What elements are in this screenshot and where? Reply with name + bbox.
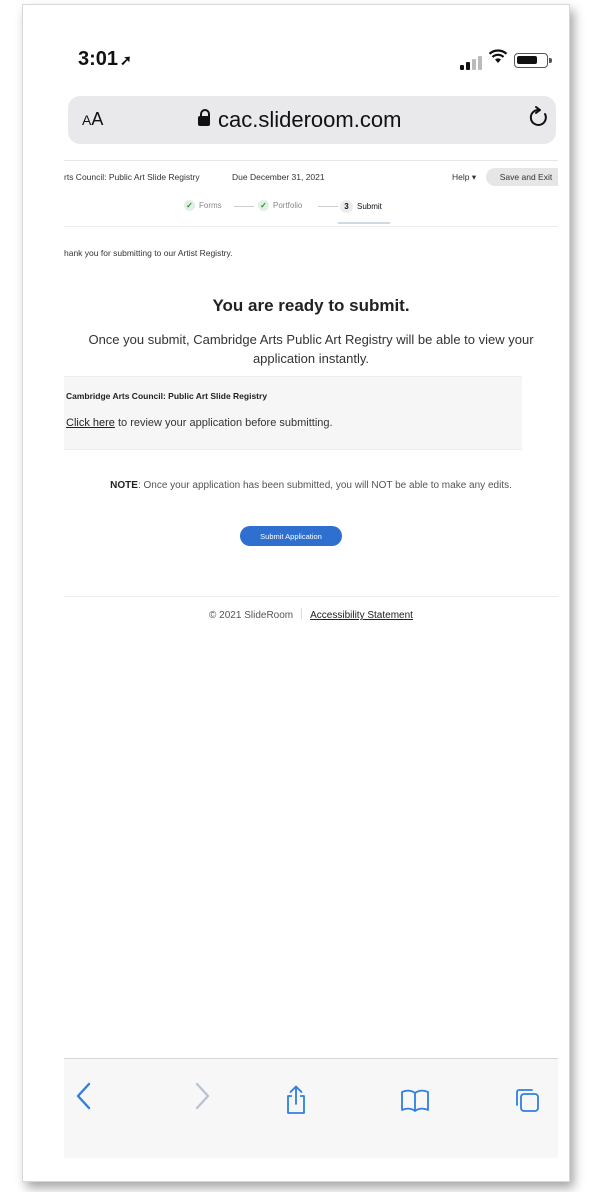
share-icon[interactable] [285,1085,307,1120]
step-number: 3 [340,200,353,213]
safari-toolbar [64,1058,558,1158]
thanks-message: hank you for submitting to our Artist Re… [64,248,233,258]
note-text: NOTE: Once your application has been sub… [110,480,512,491]
step-connector [234,206,254,207]
back-icon[interactable] [74,1081,94,1120]
card-title: Cambridge Arts Council: Public Art Slide… [66,391,268,401]
step-forms[interactable]: ✓ Forms [184,200,222,211]
cellular-signal-icon [460,56,486,70]
text-size-button[interactable]: AA [82,109,103,130]
wifi-icon [488,48,508,69]
help-menu[interactable]: Help ▾ [452,172,476,183]
reload-icon[interactable] [528,105,550,136]
accessibility-statement-link[interactable]: Accessibility Statement [310,610,413,621]
due-date: Due December 31, 2021 [232,172,325,182]
submit-description: Once you submit, Cambridge Arts Public A… [88,332,534,366]
phone-screen: 3:01 ➚ AA cac.slideroom.com rts Council: … [64,30,558,1158]
divider [64,596,558,597]
submit-application-button[interactable]: Submit Application [240,526,342,546]
step-submit[interactable]: 3 Submit [340,200,382,213]
page-footer: © 2021 SlideRoom Accessibility Statement [64,608,558,621]
save-and-exit-button[interactable]: Save and Exit [486,168,558,186]
registry-header: rts Council: Public Art Slide Registry D… [64,168,558,186]
forward-icon[interactable] [192,1081,212,1120]
progress-steps: ✓ Forms ✓ Portfolio 3 Submit [64,196,558,226]
step-connector [318,206,338,207]
address-bar[interactable]: AA cac.slideroom.com [68,96,556,144]
review-line: Click here to review your application be… [66,417,333,429]
step-portfolio[interactable]: ✓ Portfolio [258,200,302,211]
status-time: 3:01 ➚ [78,48,132,70]
bookmarks-icon[interactable] [400,1089,430,1118]
review-link[interactable]: Click here [66,417,115,429]
status-bar: 3:01 ➚ [64,30,558,88]
registry-title: rts Council: Public Art Slide Registry [64,172,200,182]
url-field[interactable]: cac.slideroom.com [198,107,401,133]
lock-icon [198,109,210,126]
divider [64,160,558,161]
divider [64,226,558,227]
ready-heading: You are ready to submit. [212,296,410,315]
tabs-icon[interactable] [514,1087,540,1118]
copyright: © 2021 SlideRoom [209,610,294,621]
application-card: Cambridge Arts Council: Public Art Slide… [64,376,522,450]
active-step-indicator [338,222,390,224]
checkmark-icon: ✓ [258,200,269,211]
checkmark-icon: ✓ [184,200,195,211]
location-arrow-icon: ➚ [120,52,132,68]
battery-icon [514,53,552,68]
